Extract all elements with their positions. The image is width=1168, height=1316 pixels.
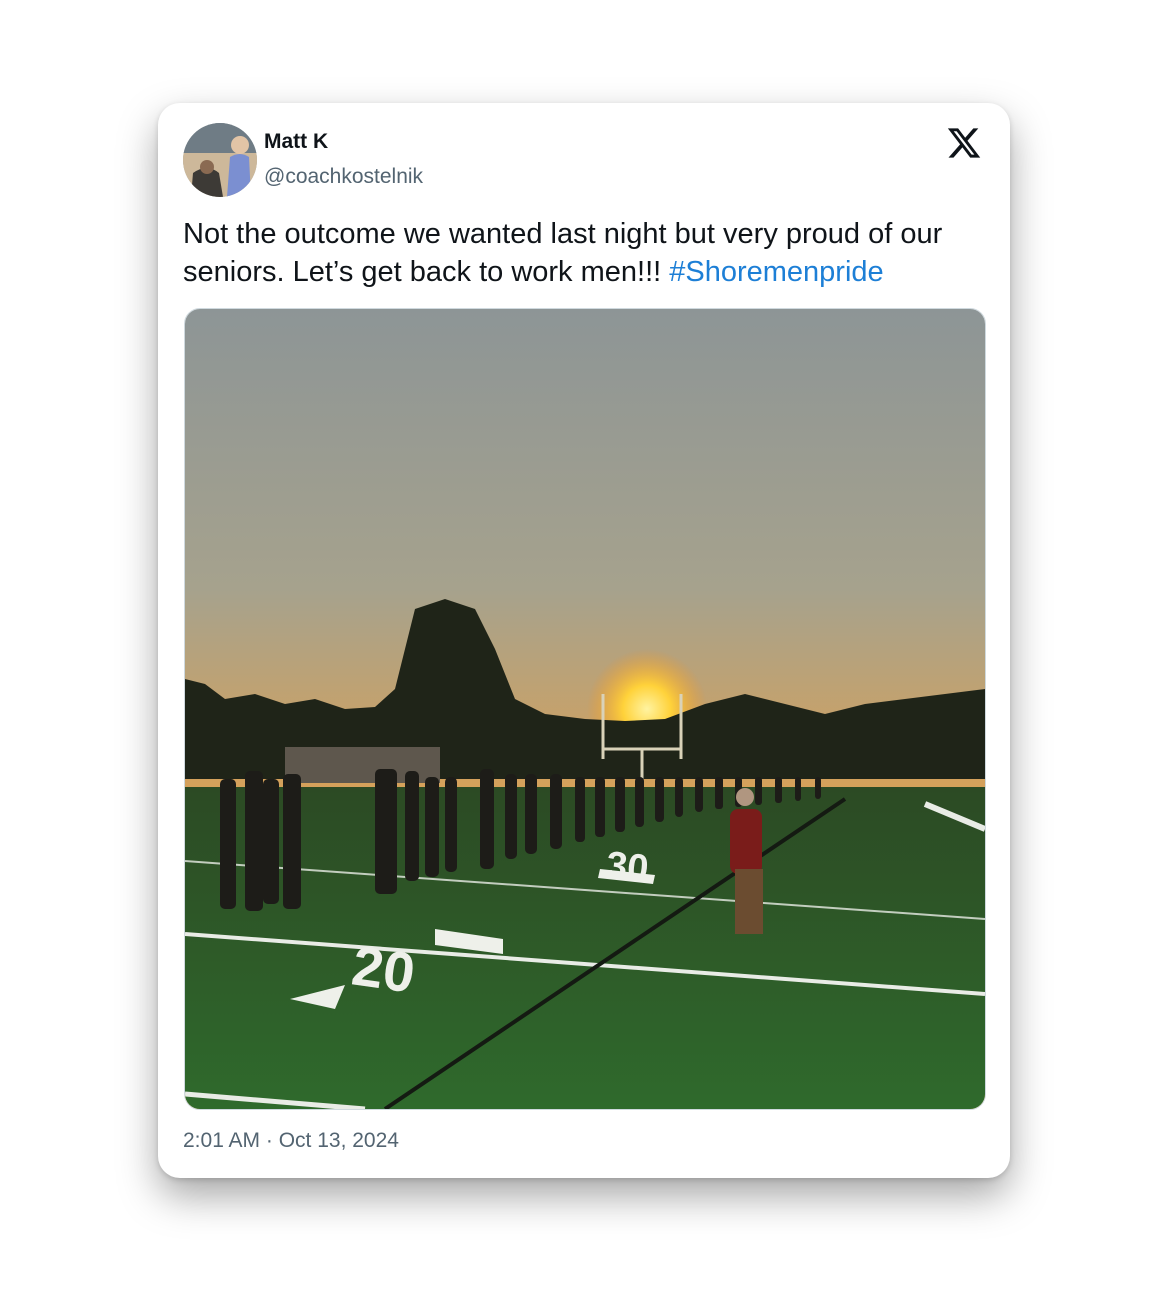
author-name[interactable]: Matt K bbox=[264, 130, 328, 154]
tweet-card: Matt K @coachkostelnik Not the outcome w… bbox=[158, 103, 1010, 1178]
yard-number-20: 20 bbox=[348, 933, 418, 1004]
yard-number-30: 30 bbox=[604, 844, 650, 890]
x-logo-icon[interactable] bbox=[946, 125, 982, 161]
hashtag-link[interactable]: #Shoremenpride bbox=[669, 256, 883, 288]
tweet-text: Not the outcome we wanted last night but… bbox=[183, 215, 993, 291]
photo-scene: 20 30 bbox=[185, 309, 985, 1109]
tweet-timestamp[interactable]: 2:01 AM · Oct 13, 2024 bbox=[183, 1129, 399, 1153]
tweet-photo[interactable]: 20 30 bbox=[184, 308, 986, 1110]
author-handle[interactable]: @coachkostelnik bbox=[264, 165, 423, 189]
avatar[interactable] bbox=[183, 123, 257, 197]
